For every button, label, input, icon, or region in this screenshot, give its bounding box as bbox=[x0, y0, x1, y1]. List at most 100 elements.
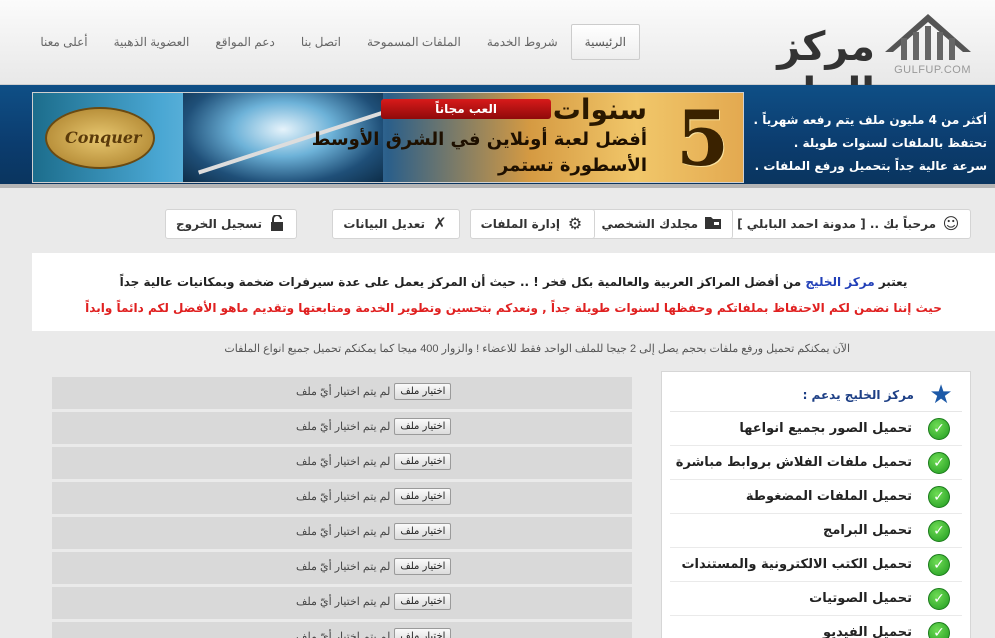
welcome-label: مرحباً بك .. [ مدونة احمد البابلي ] bbox=[737, 217, 936, 231]
nav-advertise[interactable]: أعلى معنا bbox=[27, 25, 100, 59]
nav-allowed-files[interactable]: الملفات المسموحة bbox=[354, 25, 474, 59]
list-item: ✓ تحميل الفيديو bbox=[670, 616, 962, 638]
check-icon: ✓ bbox=[928, 553, 950, 576]
ad-years: سنوات bbox=[552, 93, 647, 126]
no-file-label: لم يتم اختيار أيّ ملف bbox=[296, 491, 391, 503]
user-toolbar: ☺ مرحباً بك .. [ مدونة احمد البابلي ] مج… bbox=[0, 209, 995, 239]
file-row: اختيار ملف لم يتم اختيار أيّ ملف bbox=[52, 587, 632, 619]
ad-play-free: العب مجاناً bbox=[381, 99, 551, 119]
feature-list: أكثر من 4 مليون ملف يتم رفعه شهرياً . تح… bbox=[747, 109, 987, 178]
list-item-label: تحميل الفيديو bbox=[823, 625, 912, 638]
upload-limits-text: الآن يمكنكم تحميل ورفع ملفات بحجم يصل إل… bbox=[224, 343, 850, 355]
file-row: اختيار ملف لم يتم اختيار أيّ ملف bbox=[52, 482, 632, 514]
no-file-label: لم يتم اختيار أيّ ملف bbox=[296, 386, 391, 398]
list-item: ✓ تحميل الصوتيات bbox=[670, 582, 962, 616]
list-item-label: تحميل الصوتيات bbox=[809, 591, 912, 606]
file-row: اختيار ملف لم يتم اختيار أيّ ملف bbox=[52, 622, 632, 638]
gear-icon: ⚙ bbox=[567, 214, 583, 233]
ad-banner[interactable]: Conquer العب مجاناً 5 سنوات أفضل لعبة أو… bbox=[32, 92, 744, 183]
list-item: ✓ تحميل البرامج bbox=[670, 514, 962, 548]
nav-contact[interactable]: اتصل بنا bbox=[288, 25, 354, 59]
logout-button[interactable]: تسجيل الخروج bbox=[165, 209, 297, 239]
choose-file-button[interactable]: اختيار ملف bbox=[394, 418, 452, 435]
file-input[interactable]: اختيار ملف لم يتم اختيار أيّ ملف bbox=[296, 488, 452, 505]
no-file-label: لم يتم اختيار أيّ ملف bbox=[296, 456, 391, 468]
file-row: اختيار ملف لم يتم اختيار أيّ ملف bbox=[52, 377, 632, 409]
file-upload-list: اختيار ملف لم يتم اختيار أيّ ملف اختيار م… bbox=[52, 377, 632, 638]
logo-mark-icon bbox=[885, 14, 971, 60]
file-row: اختيار ملف لم يتم اختيار أيّ ملف bbox=[52, 517, 632, 549]
tools-icon: ✗ bbox=[433, 214, 447, 233]
folder-icon bbox=[704, 215, 722, 233]
file-input[interactable]: اختيار ملف لم يتم اختيار أيّ ملف bbox=[296, 628, 452, 638]
logo-domain: GULFUP.COM bbox=[894, 64, 971, 76]
my-folder-button[interactable]: مجلدك الشخصي bbox=[590, 209, 733, 239]
file-input[interactable]: اختيار ملف لم يتم اختيار أيّ ملف bbox=[296, 558, 452, 575]
no-file-label: لم يتم اختيار أيّ ملف bbox=[296, 596, 391, 608]
main-nav: الرئيسية شروط الخدمة الملفات المسموحة ات… bbox=[27, 24, 640, 60]
check-icon: ✓ bbox=[928, 485, 950, 508]
intro-pre: يعتبر bbox=[878, 275, 908, 289]
ad-headline: أفضل لعبة أونلاين في الشرق الأوسط bbox=[311, 129, 647, 150]
file-input[interactable]: اختيار ملف لم يتم اختيار أيّ ملف bbox=[296, 453, 452, 470]
no-file-label: لم يتم اختيار أيّ ملف bbox=[296, 526, 391, 538]
choose-file-button[interactable]: اختيار ملف bbox=[394, 628, 452, 638]
nav-home[interactable]: الرئيسية bbox=[570, 24, 640, 60]
choose-file-button[interactable]: اختيار ملف bbox=[394, 453, 452, 470]
logout-label: تسجيل الخروج bbox=[176, 217, 262, 231]
file-row: اختيار ملف لم يتم اختيار أيّ ملف bbox=[52, 552, 632, 584]
feature-item: تحتفظ بالملفات لسنوات طويلة . bbox=[793, 136, 987, 150]
no-file-label: لم يتم اختيار أيّ ملف bbox=[296, 631, 391, 638]
manage-files-button[interactable]: ⚙ إدارة الملفات bbox=[469, 209, 595, 239]
intro-box: يعتبر مركز الخليج من أفضل المراكز العربي… bbox=[32, 253, 995, 331]
no-file-label: لم يتم اختيار أيّ ملف bbox=[296, 561, 391, 573]
intro-line-2: حيث إننا نضمن لكم الاحتفاظ بملفاتكم وحفظ… bbox=[85, 301, 942, 315]
feature-item: سرعة عالية جداً بتحميل ورفع الملفات . bbox=[754, 159, 987, 173]
list-item-label: تحميل ملفات الفلاش بروابط مباشرة bbox=[675, 455, 912, 470]
list-item: ✓ تحميل الكتب الالكترونية والمستندات bbox=[670, 548, 962, 582]
choose-file-button[interactable]: اختيار ملف bbox=[394, 558, 452, 575]
list-item-label: تحميل الصور بجميع انواعها bbox=[739, 421, 912, 436]
list-item-label: تحميل البرامج bbox=[822, 523, 912, 538]
unlock-icon bbox=[268, 214, 286, 233]
check-icon: ✓ bbox=[928, 587, 950, 610]
intro-brand: مركز الخليج bbox=[805, 275, 875, 289]
file-row: اختيار ملف لم يتم اختيار أيّ ملف bbox=[52, 447, 632, 479]
edit-data-button[interactable]: ✗ تعديل البيانات bbox=[332, 209, 460, 239]
ad-game-logo: Conquer bbox=[45, 107, 155, 169]
ad-logo-text: Conquer bbox=[65, 128, 142, 147]
check-icon: ✓ bbox=[928, 451, 950, 474]
list-item: ✓ تحميل ملفات الفلاش بروابط مباشرة bbox=[670, 446, 962, 480]
choose-file-button[interactable]: اختيار ملف bbox=[394, 523, 452, 540]
nav-gold-membership[interactable]: العضوية الذهبية bbox=[101, 25, 203, 59]
list-item-label: تحميل الملفات المضغوطة bbox=[745, 489, 912, 504]
check-icon: ✓ bbox=[928, 417, 950, 440]
list-item: ✓ تحميل الملفات المضغوطة bbox=[670, 480, 962, 514]
file-input[interactable]: اختيار ملف لم يتم اختيار أيّ ملف bbox=[296, 593, 452, 610]
star-icon: ★ bbox=[929, 379, 953, 410]
nav-terms[interactable]: شروط الخدمة bbox=[474, 25, 571, 59]
intro-line-1: يعتبر مركز الخليج من أفضل المراكز العربي… bbox=[32, 253, 995, 295]
manage-files-label: إدارة الملفات bbox=[480, 217, 560, 231]
banner-strip: أكثر من 4 مليون ملف يتم رفعه شهرياً . تح… bbox=[0, 85, 995, 188]
choose-file-button[interactable]: اختيار ملف bbox=[394, 488, 452, 505]
site-header: مركز الخليج GULFUP.COM الرئيسية شروط الخ… bbox=[0, 0, 995, 116]
file-input[interactable]: اختيار ملف لم يتم اختيار أيّ ملف bbox=[296, 523, 452, 540]
ad-tagline: الأسطورة تستمر bbox=[497, 155, 647, 176]
smiley-icon: ☺ bbox=[942, 214, 960, 233]
file-row: اختيار ملف لم يتم اختيار أيّ ملف bbox=[52, 412, 632, 444]
site-logo[interactable]: مركز الخليج GULFUP.COM bbox=[683, 10, 983, 116]
check-icon: ✓ bbox=[928, 519, 950, 542]
nav-support-sites[interactable]: دعم المواقع bbox=[202, 25, 287, 59]
intro-post: من أفضل المراكز العربية والعالمية بكل فخ… bbox=[119, 275, 802, 289]
my-folder-label: مجلدك الشخصي bbox=[601, 217, 698, 231]
ad-number: 5 bbox=[676, 94, 729, 183]
choose-file-button[interactable]: اختيار ملف bbox=[394, 593, 452, 610]
list-item-label: تحميل الكتب الالكترونية والمستندات bbox=[681, 557, 912, 572]
file-input[interactable]: اختيار ملف لم يتم اختيار أيّ ملف bbox=[296, 383, 452, 400]
welcome-button[interactable]: ☺ مرحباً بك .. [ مدونة احمد البابلي ] bbox=[726, 209, 971, 239]
no-file-label: لم يتم اختيار أيّ ملف bbox=[296, 421, 391, 433]
feature-item: أكثر من 4 مليون ملف يتم رفعه شهرياً . bbox=[753, 113, 987, 127]
file-input[interactable]: اختيار ملف لم يتم اختيار أيّ ملف bbox=[296, 418, 452, 435]
choose-file-button[interactable]: اختيار ملف bbox=[394, 383, 452, 400]
